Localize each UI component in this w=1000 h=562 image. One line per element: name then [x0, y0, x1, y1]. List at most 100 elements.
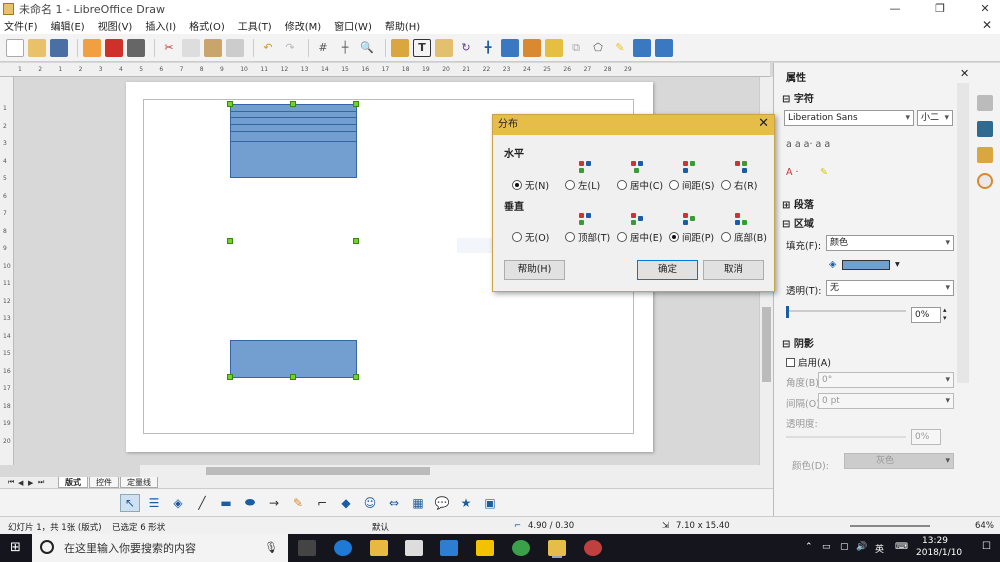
helplines-icon[interactable]: ┼ [336, 39, 354, 57]
file-explorer-icon[interactable] [370, 540, 388, 556]
callouts-icon[interactable]: 💬 [432, 494, 452, 512]
curve-icon[interactable]: ✎ [288, 494, 308, 512]
close-window-button[interactable]: ✕ [970, 0, 1000, 17]
tray-display-icon[interactable]: ▢ [840, 542, 849, 552]
arrow-line-icon[interactable]: → [264, 494, 284, 512]
v-spacing-radio[interactable]: 间距(P) [669, 230, 714, 244]
clock-date[interactable]: 2018/1/10 [916, 548, 962, 558]
h-spacing-radio[interactable]: 间距(S) [669, 178, 714, 192]
menu-insert[interactable]: 插入(I) [145, 18, 176, 33]
sticky-app-icon[interactable] [476, 540, 494, 556]
clock-time[interactable]: 13:29 [922, 536, 948, 546]
shadow-transparency-field[interactable]: 0% [911, 429, 941, 445]
insert-image-icon[interactable] [391, 38, 409, 57]
selection-handle[interactable] [227, 238, 233, 244]
menu-view[interactable]: 视图(V) [98, 18, 133, 33]
gallery-deck-icon[interactable] [977, 147, 993, 163]
selection-handle[interactable] [227, 374, 233, 380]
selection-handle[interactable] [290, 101, 296, 107]
fill-bucket-icon[interactable]: ◈ [829, 259, 836, 270]
undo-icon[interactable]: ↶ [259, 39, 277, 57]
flowchart-icon[interactable]: ▦ [408, 494, 428, 512]
rotate-icon[interactable]: ↻ [457, 39, 475, 57]
paint-app-icon[interactable] [584, 540, 602, 556]
connector-icon[interactable]: ⌐ [312, 494, 332, 512]
shadow-section-header[interactable]: ⊟ 阴影 [782, 335, 814, 350]
area-section-header[interactable]: ⊟ 区域 [782, 215, 814, 230]
zoom-level[interactable]: 64% [975, 521, 994, 531]
line-shape[interactable] [231, 111, 356, 112]
redo-icon[interactable]: ↷ [281, 39, 299, 57]
basic-shapes-icon[interactable]: ◆ [336, 494, 356, 512]
fill-color-icon[interactable]: ◈ [168, 494, 188, 512]
properties-deck-icon[interactable] [977, 95, 993, 111]
line-shape[interactable] [231, 131, 356, 132]
selection-handle[interactable] [290, 374, 296, 380]
chrome-icon[interactable] [512, 540, 530, 556]
character-style-icons[interactable]: a a a· a a [786, 139, 830, 150]
mail-icon[interactable] [405, 540, 423, 556]
grid-icon[interactable]: # [314, 39, 332, 57]
selection-handle[interactable] [227, 101, 233, 107]
block-arrows-icon[interactable]: ⇔ [384, 494, 404, 512]
transparency-spin-icon[interactable]: ▴ ▾ [943, 306, 947, 322]
shadow-angle-select[interactable]: 0° [818, 372, 954, 388]
export-icon[interactable] [83, 38, 101, 57]
fill-color-swatch[interactable] [842, 260, 890, 270]
ellipse-icon[interactable]: ⬬ [240, 494, 260, 512]
ok-button[interactable]: 确定 [637, 260, 698, 280]
shadow-transparency-slider[interactable] [786, 436, 906, 438]
character-section-header[interactable]: ⊟ 字符 [782, 90, 814, 105]
font-name-select[interactable]: Liberation Sans [784, 110, 914, 126]
distribute-icon[interactable] [523, 38, 541, 57]
shadow-color-select[interactable]: 灰色 [844, 453, 954, 469]
highlight-icon[interactable]: ✎ [820, 167, 828, 178]
tray-keyboard-icon[interactable]: ⌨ [895, 542, 908, 552]
last-tab-icon[interactable]: ⏭ [38, 478, 48, 487]
glue-points-icon[interactable]: ✎ [611, 39, 629, 57]
menu-edit[interactable]: 编辑(E) [51, 18, 85, 33]
maximize-button[interactable]: ❐ [925, 0, 955, 17]
libreoffice-draw-taskbar-icon[interactable] [548, 540, 566, 556]
rectangle-shape-top[interactable] [230, 104, 357, 178]
zoom-icon[interactable]: 🔍 [358, 39, 376, 57]
3d-objects-icon[interactable]: ▣ [480, 494, 500, 512]
sidebar-close-button[interactable]: ✕ [960, 67, 969, 80]
new-document-icon[interactable] [6, 38, 24, 57]
minimize-button[interactable]: — [880, 0, 910, 17]
selection-handle[interactable] [353, 238, 359, 244]
toggle-extrusion-icon[interactable] [633, 38, 651, 57]
insert-fontwork-icon[interactable] [435, 38, 453, 57]
stars-icon[interactable]: ★ [456, 494, 476, 512]
menu-format[interactable]: 格式(O) [189, 18, 225, 33]
store-icon[interactable] [440, 540, 458, 556]
font-color-icon[interactable]: A · [786, 167, 799, 178]
transparency-select[interactable]: 无 [826, 280, 954, 296]
next-tab-icon[interactable]: ▶ [28, 479, 38, 487]
styles-deck-icon[interactable] [977, 121, 993, 137]
shadow-distance-select[interactable]: 0 pt [818, 393, 954, 409]
paste-icon[interactable] [204, 38, 222, 57]
shadow-icon[interactable] [545, 38, 563, 57]
taskbar-search-box[interactable]: 在这里输入你要搜索的内容 🎙 [32, 534, 288, 562]
tab-controls[interactable]: 控件 [89, 477, 119, 488]
align-icon[interactable]: ╋ [479, 39, 497, 57]
insert-textbox-icon[interactable]: T [413, 38, 431, 57]
menu-file[interactable]: 文件(F) [4, 18, 38, 33]
transparency-percent-field[interactable]: 0% [911, 307, 941, 323]
line-shape[interactable] [231, 141, 356, 142]
sidebar-scrollbar[interactable] [957, 83, 969, 383]
horizontal-scrollbar[interactable] [140, 465, 773, 477]
vertical-ruler[interactable]: 1 2 3 4 5 6 7 8 9 10 11 12 13 14 15 16 17 18 19 20 [0, 77, 14, 465]
show-draw-functions-icon[interactable] [655, 38, 673, 57]
rectangle-icon[interactable]: ▬ [216, 494, 236, 512]
symbol-shapes-icon[interactable]: ☺ [360, 494, 380, 512]
v-bottom-radio[interactable]: 底部(B) [721, 230, 767, 244]
crop-icon[interactable]: ⧉ [567, 39, 585, 57]
export-pdf-icon[interactable] [105, 38, 123, 57]
line-shape[interactable] [231, 124, 356, 125]
clone-formatting-icon[interactable] [226, 38, 244, 57]
select-pointer-icon[interactable]: ↖ [120, 493, 140, 512]
fill-type-select[interactable]: 颜色 [826, 235, 954, 251]
tray-volume-icon[interactable]: 🔊 [856, 542, 867, 552]
